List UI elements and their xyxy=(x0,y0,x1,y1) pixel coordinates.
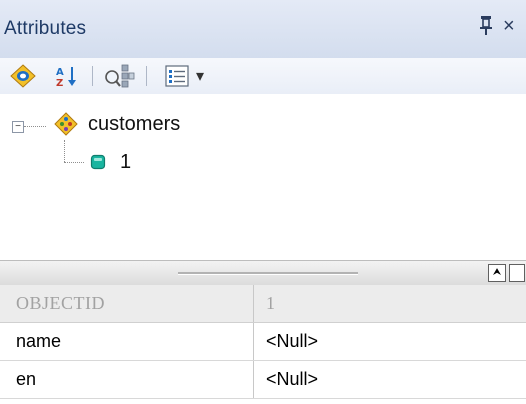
tree-node-label: customers xyxy=(88,113,181,135)
splitter-grip[interactable] xyxy=(178,272,358,275)
collapse-panel-button[interactable]: ⮝ xyxy=(488,264,506,282)
attribute-grid: OBJECTID 1 name <Null> en <Null> xyxy=(0,285,526,399)
window-titlebar: Attributes × xyxy=(0,0,526,59)
feature-icon xyxy=(90,154,106,170)
zoom-to-feature-button[interactable] xyxy=(102,62,136,90)
chevron-down-icon: ▾ xyxy=(195,68,205,85)
features-layer-icon xyxy=(10,64,36,88)
options-menu-button[interactable]: ▾ xyxy=(158,62,210,90)
toolbar-separator xyxy=(146,66,147,86)
sort-az-icon: A Z xyxy=(56,67,76,88)
window-title: Attributes xyxy=(4,18,87,39)
feature-tree: − customers 1 xyxy=(0,94,526,260)
collapse-node-button[interactable]: − xyxy=(12,121,24,133)
field-value-cell[interactable]: <Null> xyxy=(266,361,318,398)
field-name-cell: en xyxy=(0,361,254,398)
tree-node-feature-1[interactable]: 1 xyxy=(86,146,166,178)
svg-text:Z: Z xyxy=(56,78,63,88)
field-name-cell: OBJECTID xyxy=(0,285,254,322)
toolbar: A Z ▾ xyxy=(0,58,526,94)
table-row[interactable]: name <Null> xyxy=(0,323,526,361)
sort-ascending-button[interactable]: A Z xyxy=(52,62,82,90)
show-features-button[interactable] xyxy=(8,62,38,90)
zoom-features-icon xyxy=(105,64,135,88)
close-icon[interactable]: × xyxy=(503,16,515,36)
tree-node-label: 1 xyxy=(120,151,132,173)
tree-connector xyxy=(64,162,84,163)
panel-toggle-button[interactable] xyxy=(509,264,525,282)
tree-connector xyxy=(24,126,46,127)
field-value-cell[interactable]: <Null> xyxy=(266,323,318,360)
panel-splitter[interactable]: ⮝ xyxy=(0,260,526,286)
svg-text:A: A xyxy=(56,67,64,78)
field-name-cell: name xyxy=(0,323,254,360)
field-value-cell: 1 xyxy=(266,293,275,313)
pin-icon[interactable] xyxy=(478,14,494,36)
toolbar-separator xyxy=(92,66,93,86)
table-row: OBJECTID 1 xyxy=(0,285,526,323)
tree-node-customers[interactable]: customers xyxy=(50,110,210,142)
table-row[interactable]: en <Null> xyxy=(0,361,526,399)
layer-icon xyxy=(54,112,78,136)
list-options-icon xyxy=(165,65,189,87)
tree-connector xyxy=(64,140,65,162)
